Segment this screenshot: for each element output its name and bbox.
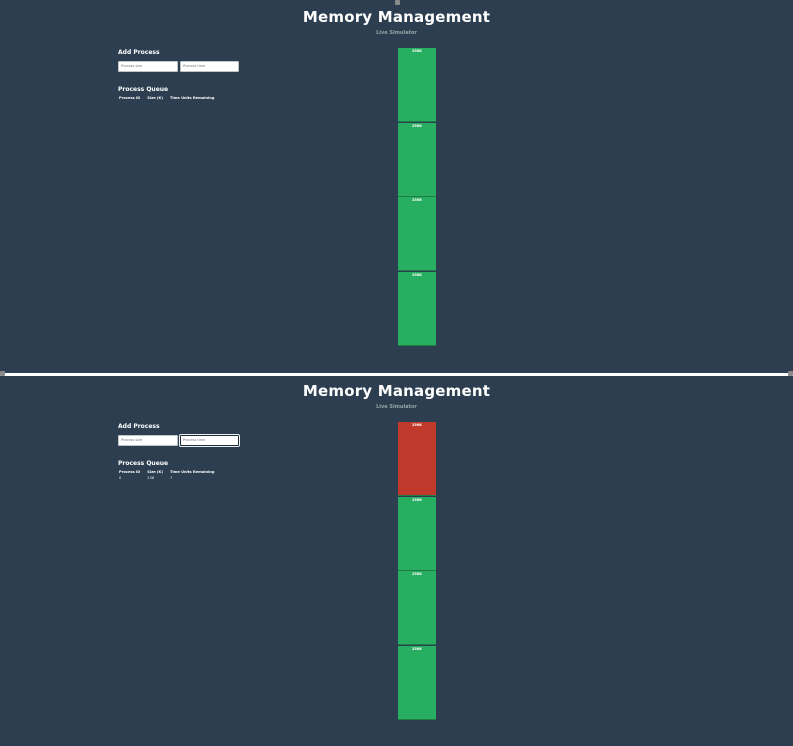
column-header-time-remaining: Time Units Remaining — [169, 470, 215, 474]
memory-block-3: 256K — [398, 197, 436, 271]
memory-block-label: 256K — [411, 423, 423, 427]
resize-handle-top[interactable] — [395, 0, 400, 5]
column-header-process-id: Process ID — [119, 96, 141, 100]
page-title: Memory Management — [302, 8, 491, 26]
cell-process-id: 0 — [119, 476, 122, 480]
cell-time-remaining: 7 — [169, 476, 173, 480]
process-queue-table: Process ID Size (K) Time Units Remaining — [118, 96, 220, 100]
memory-block-label: 256K — [411, 272, 423, 277]
page-subtitle: Live Simulator — [376, 404, 417, 410]
table-row: 0 256 7 — [118, 474, 220, 480]
memory-block-4: 256K — [398, 271, 436, 346]
process-size-input[interactable] — [118, 435, 178, 446]
memory-block-label: 256K — [411, 49, 423, 53]
process-queue-table: Process ID Size (K) Time Units Remaining… — [118, 470, 220, 480]
process-queue-heading: Process Queue — [118, 460, 169, 467]
process-queue-heading: Process Queue — [118, 86, 169, 93]
memory-block-label: 256K — [411, 497, 423, 502]
column-header-size: Size (K) — [147, 96, 163, 100]
add-process-heading: Add Process — [118, 423, 160, 430]
memory-block-3: 256K — [398, 571, 436, 645]
memory-block-label: 256K — [411, 123, 423, 128]
process-time-input[interactable] — [180, 61, 239, 72]
cell-size: 256 — [147, 476, 155, 480]
memory-block-1: 256K — [398, 422, 436, 496]
process-time-input[interactable] — [179, 434, 240, 447]
memory-block-label: 256K — [411, 646, 423, 651]
simulator-screen-initial: Memory Management Live Simulator Add Pro… — [0, 0, 793, 373]
memory-block-label: 256K — [411, 572, 423, 576]
memory-map: 256K 256K 256K 256K — [398, 48, 436, 346]
memory-block-4: 256K — [398, 645, 436, 720]
column-header-time-remaining: Time Units Remaining — [169, 96, 215, 100]
memory-block-2: 256K — [398, 496, 436, 571]
add-process-heading: Add Process — [118, 49, 160, 56]
page-subtitle: Live Simulator — [376, 30, 417, 36]
memory-map: 256K 256K 256K 256K — [398, 422, 436, 720]
simulator-screen-after-add: Memory Management Live Simulator Add Pro… — [0, 376, 793, 746]
memory-block-label: 256K — [411, 198, 423, 202]
memory-block-2: 256K — [398, 122, 436, 197]
memory-block-1: 256K — [398, 48, 436, 122]
page-title: Memory Management — [302, 382, 491, 400]
process-size-input[interactable] — [118, 61, 178, 72]
